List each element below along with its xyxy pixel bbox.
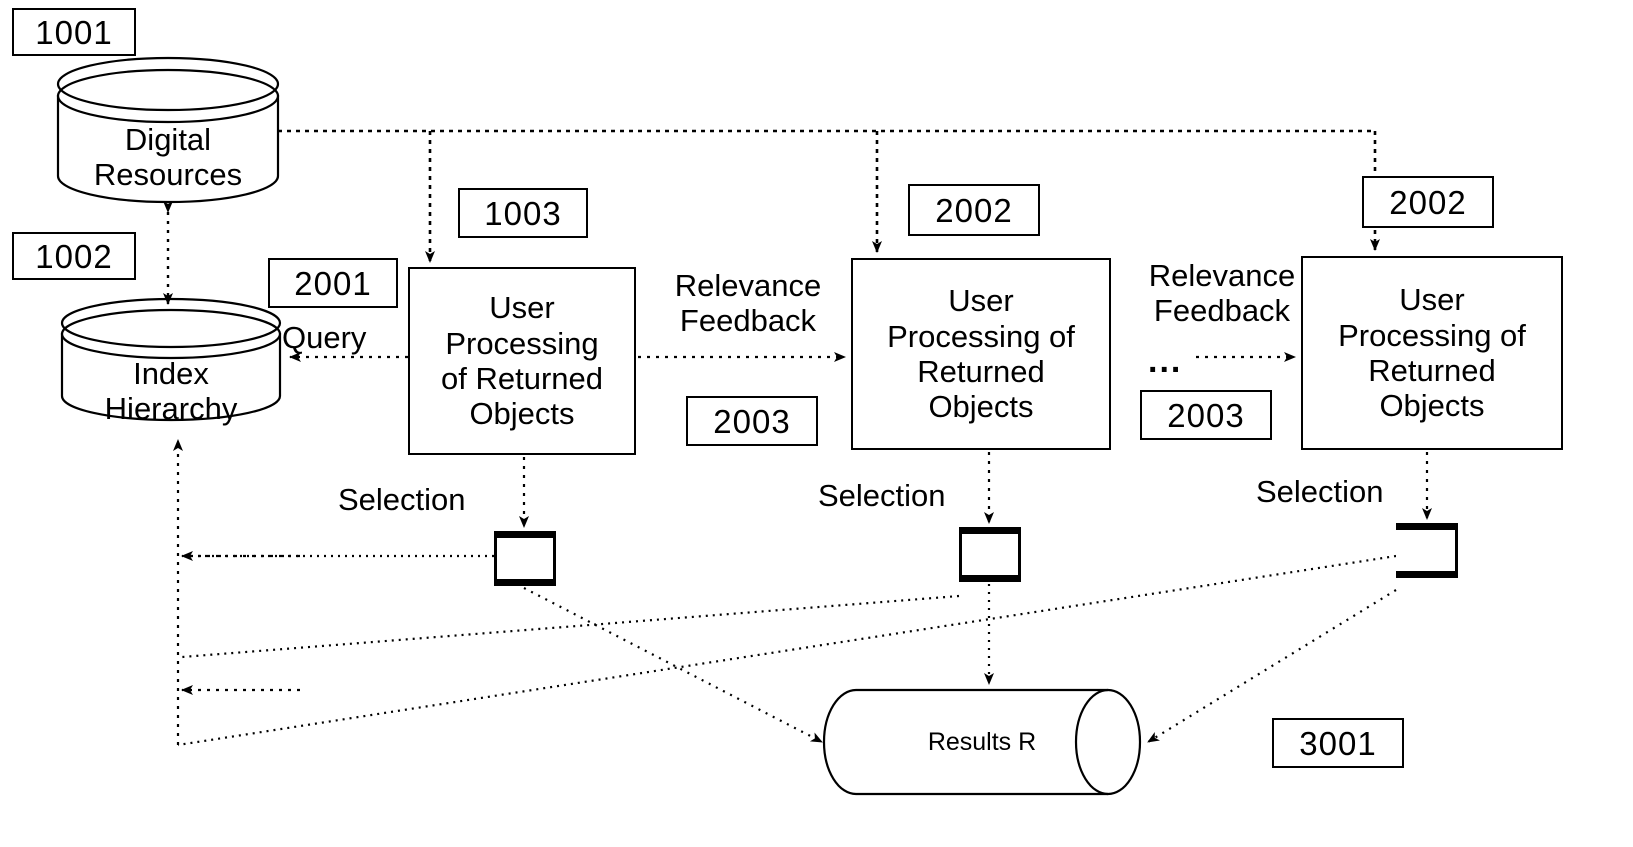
reference-2002-b: 2002 [1362, 176, 1494, 228]
digital-resources-label: Digital Resources [58, 122, 278, 192]
reference-2001: 2001 [268, 258, 398, 308]
user-processing-box-2[interactable]: User Processing of Returned Objects [851, 258, 1111, 450]
user-processing-box-1-text: User Processing of Returned Objects [441, 290, 603, 431]
reference-1003: 1003 [458, 188, 588, 238]
selection-node-3[interactable] [1396, 523, 1458, 578]
index-feedback-spine [173, 439, 300, 745]
proc3-line4: Objects [1379, 388, 1485, 424]
rf1-line2: Feedback [679, 303, 817, 339]
proc1-line2: Processing [445, 325, 599, 361]
selection-node-1-left [494, 531, 497, 586]
proc2-line3: Returned [917, 354, 1045, 389]
user-processing-box-3-text: User Processing of Returned Objects [1338, 282, 1526, 423]
index-hierarchy-label: Index Hierarchy [62, 356, 280, 426]
selection-node-1[interactable] [494, 531, 556, 586]
proc2-line4: Objects [928, 389, 1034, 425]
digital-resources-line2: Resources [93, 157, 243, 193]
selection-node-3-right [1455, 523, 1458, 578]
proc3-line3: Returned [1368, 353, 1496, 388]
selection-label-1: Selection [338, 482, 466, 517]
proc1-line1: User [489, 290, 555, 326]
query-label: Query [282, 320, 367, 355]
selection-label-3: Selection [1256, 474, 1384, 509]
selection-label-2: Selection [818, 478, 946, 513]
user-processing-box-3[interactable]: User Processing of Returned Objects [1301, 256, 1563, 450]
reference-2003-b: 2003 [1140, 390, 1272, 440]
selection-node-3-top [1396, 523, 1458, 530]
relevance-feedback-label-2: Relevance Feedback [1122, 258, 1322, 328]
reference-2002-a: 2002 [908, 184, 1040, 236]
selection-node-2-bottom [959, 575, 1021, 582]
selection-node-3-bottom [1396, 571, 1458, 578]
user-processing-box-1[interactable]: User Processing of Returned Objects [408, 267, 636, 455]
rf1-line1: Relevance [674, 268, 822, 303]
digital-resources-line1: Digital [124, 122, 212, 157]
proc3-line2: Processing of [1338, 317, 1526, 353]
selection-node-2[interactable] [959, 527, 1021, 582]
user-processing-box-2-text: User Processing of Returned Objects [887, 283, 1075, 424]
selection-node-1-right [553, 531, 556, 586]
selection-node-1-top [494, 531, 556, 538]
reference-3001: 3001 [1272, 718, 1404, 768]
proc2-line1: User [948, 283, 1014, 319]
selection-node-2-top [959, 527, 1021, 534]
reference-2003-a: 2003 [686, 396, 818, 446]
relevance-feedback-label-1: Relevance Feedback [648, 268, 848, 338]
diagram-canvas: Digital Resources Index Hierarchy Result… [0, 0, 1633, 847]
rf2-line2: Feedback [1153, 293, 1291, 329]
selection-node-2-left [959, 527, 962, 582]
index-hierarchy-line2: Hierarchy [104, 391, 238, 427]
selection-to-index-lines [177, 554, 1397, 747]
proc2-line2: Processing of [887, 318, 1075, 354]
index-hierarchy-line1: Index [133, 356, 209, 391]
proc1-line4: Objects [469, 396, 575, 432]
proc1-line3: of Returned [441, 361, 603, 396]
reference-1001: 1001 [12, 8, 136, 56]
ellipsis-marker: ... [1148, 342, 1183, 380]
proc3-line1: User [1399, 282, 1465, 318]
resource-distribution-bus [278, 129, 1380, 263]
results-store-label: Results R [927, 728, 1037, 756]
reference-1002: 1002 [12, 232, 136, 280]
selection-node-2-right [1018, 527, 1021, 582]
selection-node-1-bottom [494, 579, 556, 586]
rf2-line1: Relevance [1148, 258, 1296, 293]
